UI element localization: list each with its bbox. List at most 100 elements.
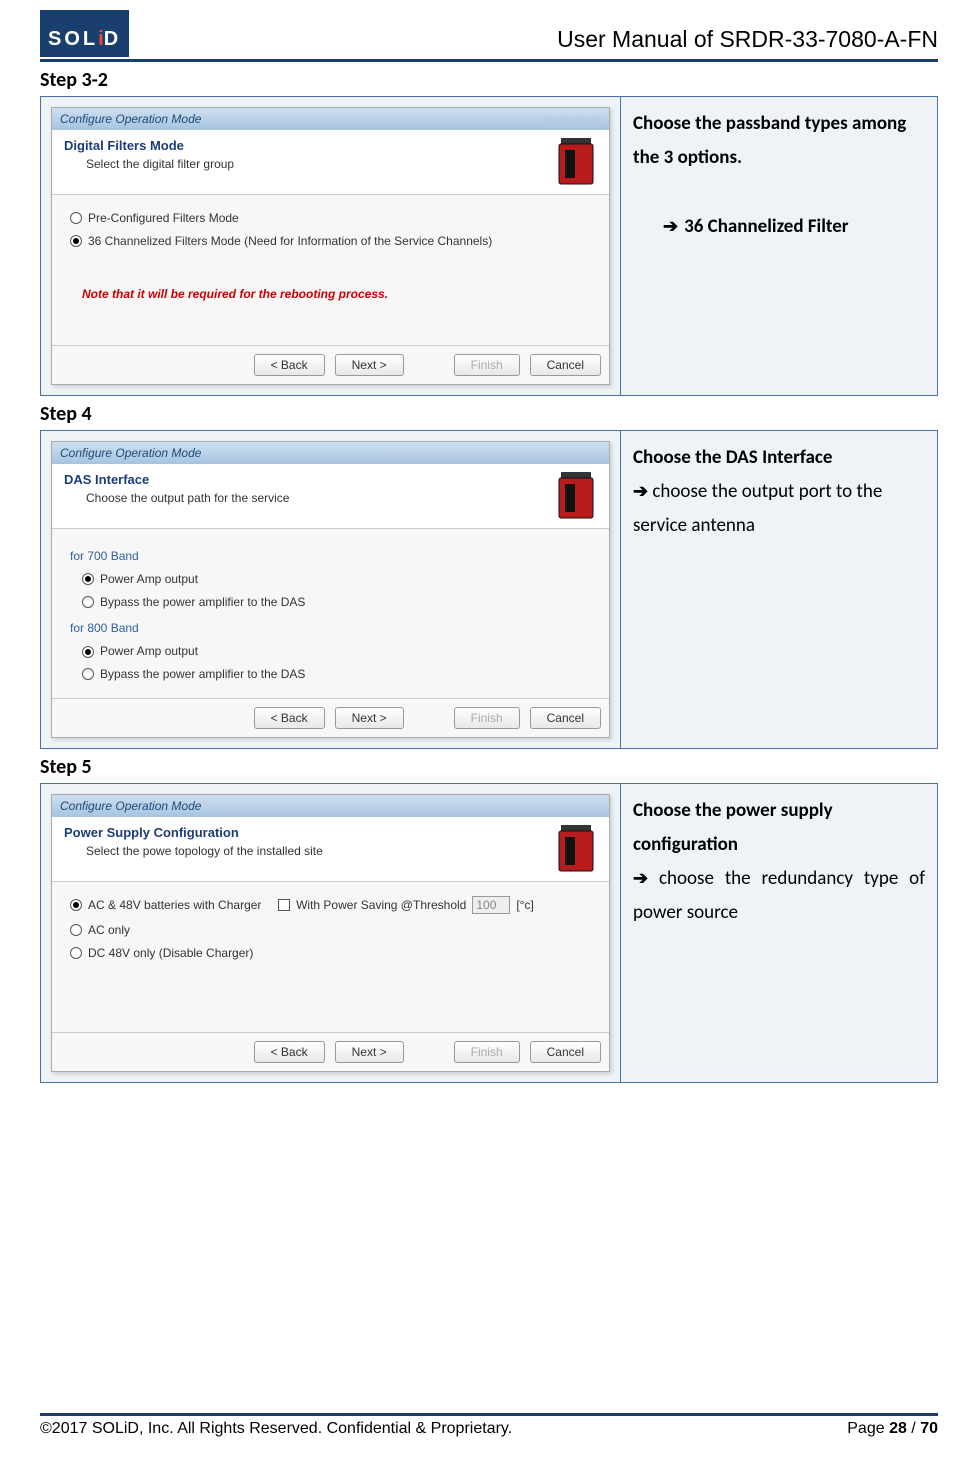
radio-icon <box>70 924 82 936</box>
radio-option[interactable]: Power Amp output <box>82 640 591 663</box>
document-title: User Manual of SRDR-33-7080-A-FN <box>557 26 938 57</box>
header-sub: Select the powe topology of the installe… <box>86 844 323 858</box>
logo-text-left: SOL <box>48 28 98 50</box>
section-title: for 800 Band <box>70 617 591 640</box>
step-label: Step 4 <box>40 402 938 426</box>
step-label: Step 5 <box>40 755 938 779</box>
screenshot-cell: Configure Operation Mode DAS Interface C… <box>41 431 621 748</box>
wizard-buttons: < Back Next > Finish Cancel <box>52 345 609 384</box>
threshold-label: With Power Saving @Threshold <box>296 894 466 917</box>
option-label: Pre-Configured Filters Mode <box>88 207 239 230</box>
wizard-body: Pre-Configured Filters Mode 36 Channeliz… <box>52 195 609 345</box>
option-label: 36 Channelized Filters Mode (Need for In… <box>88 230 492 253</box>
blur-text: ··· ··· ··· ··· <box>543 112 601 126</box>
logo-text-right: D <box>104 28 121 50</box>
wizard-title: Configure Operation Mode <box>60 112 201 126</box>
back-button[interactable]: < Back <box>254 354 325 376</box>
wizard-body: AC & 48V batteries with Charger With Pow… <box>52 882 609 1032</box>
option-label: AC only <box>88 919 130 942</box>
desc-arrow-text: 36 Channelized Filter <box>684 210 848 244</box>
option-label: Power Amp output <box>100 640 198 663</box>
radio-option[interactable]: DC 48V only (Disable Charger) <box>70 942 591 965</box>
radio-icon <box>82 668 94 680</box>
finish-button: Finish <box>454 354 520 376</box>
next-button[interactable]: Next > <box>335 707 404 729</box>
header-text: Power Supply Configuration Select the po… <box>64 825 323 873</box>
wizard-titlebar: Configure Operation Mode ··· ··· ··· ··· <box>52 108 609 130</box>
description-cell: Choose the DAS Interface ➔ choose the ou… <box>621 431 937 748</box>
checkbox-option[interactable]: With Power Saving @Threshold [°c] <box>278 894 534 917</box>
radio-icon <box>82 596 94 608</box>
wizard-buttons: < Back Next > Finish Cancel <box>52 698 609 737</box>
header-sub: Choose the output path for the service <box>86 491 289 505</box>
radio-icon <box>70 235 82 247</box>
next-button[interactable]: Next > <box>335 354 404 376</box>
step-row: Configure Operation Mode ··· ··· ··· ···… <box>40 96 938 396</box>
page-footer: ©2017 SOLiD, Inc. All Rights Reserved. C… <box>40 1413 938 1438</box>
step-row: Configure Operation Mode Power Supply Co… <box>40 783 938 1083</box>
device-icon <box>555 472 597 520</box>
finish-button: Finish <box>454 1041 520 1063</box>
arrow-icon: ➔ <box>663 210 678 242</box>
back-button[interactable]: < Back <box>254 707 325 729</box>
next-button[interactable]: Next > <box>335 1041 404 1063</box>
radio-option[interactable]: Power Amp output <box>82 568 591 591</box>
threshold-input[interactable] <box>472 896 510 914</box>
radio-icon <box>70 899 82 911</box>
page-number: 28 <box>889 1420 907 1437</box>
logo: SOLiD <box>40 10 129 57</box>
footer-right: Page 28 / 70 <box>847 1420 938 1438</box>
desc-plain: choose the output port to the service an… <box>633 480 882 537</box>
wizard-window: Configure Operation Mode ··· ··· ··· ···… <box>51 107 610 385</box>
desc-bold: Choose the passband types among the 3 op… <box>633 107 925 175</box>
header-sub: Select the digital filter group <box>86 157 234 171</box>
page-total: 70 <box>920 1420 938 1437</box>
section-title: for 700 Band <box>70 545 591 568</box>
cancel-button[interactable]: Cancel <box>530 707 601 729</box>
wizard-window: Configure Operation Mode DAS Interface C… <box>51 441 610 738</box>
screenshot-cell: Configure Operation Mode Power Supply Co… <box>41 784 621 1082</box>
cancel-button[interactable]: Cancel <box>530 354 601 376</box>
header-bold: Digital Filters Mode <box>64 138 234 153</box>
description-cell: Choose the power supply configuration ➔ … <box>621 784 937 1082</box>
radio-icon <box>70 947 82 959</box>
screenshot-cell: Configure Operation Mode ··· ··· ··· ···… <box>41 97 621 395</box>
arrow-icon: ➔ <box>633 862 648 894</box>
device-icon <box>555 138 597 186</box>
step-label: Step 3-2 <box>40 68 938 92</box>
step-row: Configure Operation Mode DAS Interface C… <box>40 430 938 749</box>
radio-option[interactable]: AC only <box>70 919 591 942</box>
wizard-title: Configure Operation Mode <box>60 446 201 460</box>
option-label: Power Amp output <box>100 568 198 591</box>
threshold-unit: [°c] <box>516 894 533 917</box>
desc-bold: Choose the DAS Interface <box>633 441 925 475</box>
checkbox-icon <box>278 899 290 911</box>
wizard-buttons: < Back Next > Finish Cancel <box>52 1032 609 1071</box>
radio-option[interactable]: AC & 48V batteries with Charger <box>70 894 261 917</box>
description-cell: Choose the passband types among the 3 op… <box>621 97 937 395</box>
radio-icon <box>82 573 94 585</box>
wizard-window: Configure Operation Mode Power Supply Co… <box>51 794 610 1072</box>
page-prefix: Page <box>847 1420 889 1437</box>
option-label: AC & 48V batteries with Charger <box>88 894 261 917</box>
page-header: SOLiD User Manual of SRDR-33-7080-A-FN <box>40 0 938 62</box>
radio-option[interactable]: Pre-Configured Filters Mode <box>70 207 591 230</box>
radio-option[interactable]: Bypass the power amplifier to the DAS <box>82 591 591 614</box>
wizard-header: Power Supply Configuration Select the po… <box>52 817 609 882</box>
page-sep: / <box>907 1420 920 1437</box>
header-bold: DAS Interface <box>64 472 289 487</box>
wizard-titlebar: Configure Operation Mode <box>52 795 609 817</box>
wizard-body: for 700 Band Power Amp output Bypass the… <box>52 529 609 698</box>
radio-option[interactable]: 36 Channelized Filters Mode (Need for In… <box>70 230 591 253</box>
radio-icon <box>82 646 94 658</box>
radio-option[interactable]: Bypass the power amplifier to the DAS <box>82 663 591 686</box>
arrow-icon: ➔ <box>633 475 648 507</box>
wizard-titlebar: Configure Operation Mode <box>52 442 609 464</box>
wizard-header: DAS Interface Choose the output path for… <box>52 464 609 529</box>
option-label: Bypass the power amplifier to the DAS <box>100 663 305 686</box>
desc-bold: Choose the power supply configuration <box>633 794 925 862</box>
option-label: Bypass the power amplifier to the DAS <box>100 591 305 614</box>
cancel-button[interactable]: Cancel <box>530 1041 601 1063</box>
device-icon <box>555 825 597 873</box>
back-button[interactable]: < Back <box>254 1041 325 1063</box>
